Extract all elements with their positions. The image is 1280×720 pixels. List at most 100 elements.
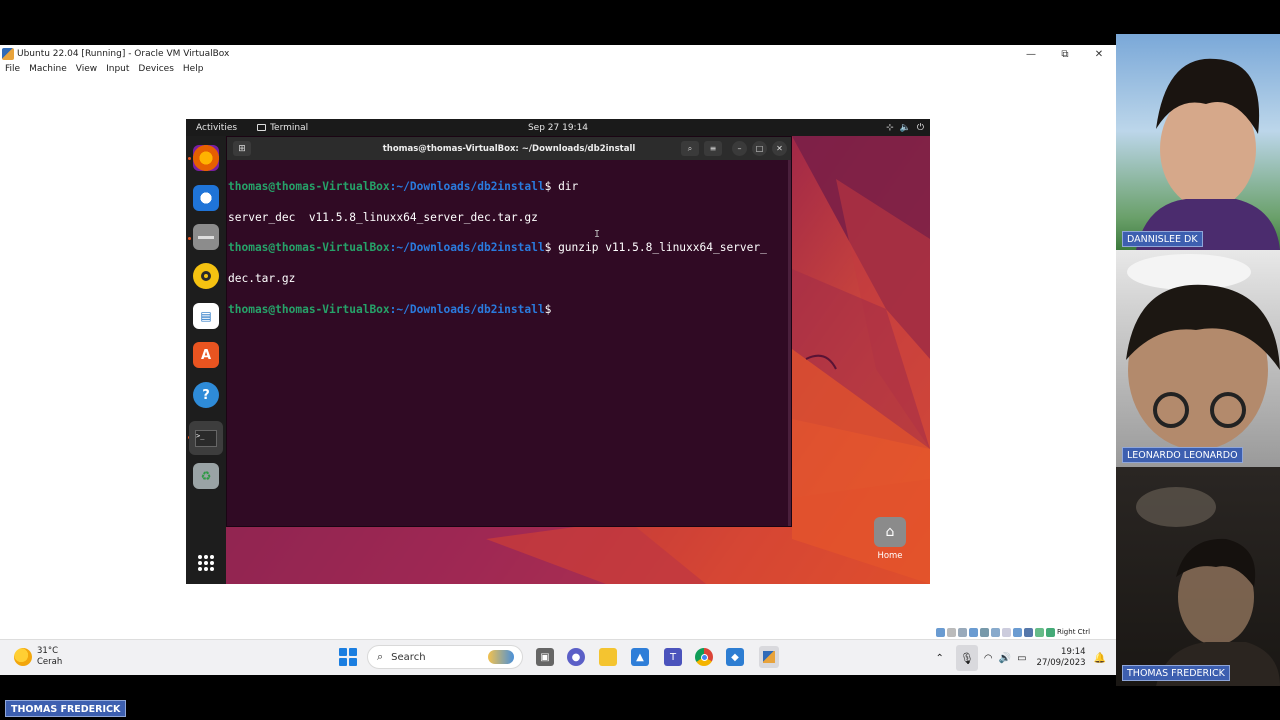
participant-name: LEONARDO LEONARDO (1122, 447, 1243, 463)
vm-display[interactable]: Activities Terminal Sep 27 19:14 ⊹ 🔈 ⏻ ▤… (186, 119, 930, 584)
minimize-icon: – (737, 144, 742, 153)
close-button[interactable]: ✕ (1082, 45, 1116, 63)
host-key-label: Right Ctrl (1057, 628, 1091, 636)
virtualbox-vm-taskbar-icon[interactable] (759, 646, 779, 668)
minimize-button[interactable]: — (1014, 45, 1048, 63)
terminal-headerbar[interactable]: ⊞ thomas@thomas-VirtualBox: ~/Downloads/… (227, 137, 791, 160)
speaker-icon[interactable]: 🔊 (999, 653, 1011, 664)
volume-icon: 🔈 (899, 122, 911, 133)
terminal-small-icon (257, 124, 267, 131)
taskbar-time: 19:14 (1061, 647, 1086, 657)
shared-folder-icon[interactable] (991, 627, 1000, 637)
menu-input[interactable]: Input (106, 64, 129, 78)
power-icon: ⏻ (916, 122, 924, 133)
terminal-line: thomas@thomas-VirtualBox:~/Downloads/db2… (228, 180, 579, 194)
optical-icon[interactable] (947, 627, 956, 637)
video-tile[interactable]: LEONARDO LEONARDO (1116, 250, 1280, 467)
window-title: Ubuntu 22.04 [Running] - Oracle VM Virtu… (17, 49, 230, 59)
display-icon[interactable] (1002, 627, 1011, 637)
audio-icon[interactable] (958, 627, 967, 637)
rhythmbox-icon[interactable] (193, 263, 219, 289)
activities-button[interactable]: Activities (196, 123, 237, 133)
terminal-window[interactable]: ⊞ thomas@thomas-VirtualBox: ~/Downloads/… (226, 136, 792, 527)
menu-help[interactable]: Help (183, 64, 204, 78)
app-menu-terminal[interactable]: Terminal (257, 123, 308, 133)
taskbar-search[interactable]: ⌕ Search (367, 645, 523, 669)
participant-video (1126, 254, 1280, 450)
chevron-up-icon[interactable]: ⌃ (936, 653, 944, 664)
new-tab-icon: ⊞ (238, 143, 246, 154)
notification-bell-icon[interactable]: 🔔 (1094, 653, 1106, 664)
menu-devices[interactable]: Devices (138, 64, 173, 78)
chrome-icon[interactable] (695, 648, 713, 666)
battery-icon[interactable]: ▭ (1017, 653, 1026, 664)
start-button[interactable] (339, 648, 357, 666)
new-tab-button[interactable]: ⊞ (233, 141, 251, 156)
network-icon: ⊹ (886, 122, 894, 133)
microphone-icon[interactable]: 🎙 (955, 645, 978, 671)
participant-video (1136, 487, 1280, 686)
task-view-icon[interactable]: ▣ (536, 648, 554, 666)
taskbar-clock[interactable]: 19:14 27/09/2023 (1037, 647, 1086, 669)
terminal-output[interactable]: thomas@thomas-VirtualBox:~/Downloads/db2… (227, 160, 791, 348)
virtualbox-window: Ubuntu 22.04 [Running] - Oracle VM Virtu… (0, 45, 1116, 639)
virtualbox-manager-icon[interactable]: ◆ (726, 648, 744, 666)
maximize-button[interactable]: ⧉ (1048, 45, 1082, 63)
start-tile (349, 658, 357, 666)
video-tile[interactable]: THOMAS FREDERICK (1116, 467, 1280, 686)
terminal-line: thomas@thomas-VirtualBox:~/Downloads/db2… (228, 241, 767, 255)
hamburger-icon: ≡ (709, 144, 717, 153)
participant-name: THOMAS FREDERICK (1122, 665, 1230, 681)
trash-icon[interactable]: ♻ (193, 463, 219, 489)
gnome-topbar: Activities Terminal Sep 27 19:14 ⊹ 🔈 ⏻ (186, 119, 930, 136)
menu-machine[interactable]: Machine (29, 64, 67, 78)
windows-taskbar: 31°C Cerah ⌕ Search ▣ ● ▲ T ◆ ⌃ 🎙 ◠ 🔊 ▭ (0, 639, 1116, 675)
video-tile[interactable]: DANNISLEE DK (1116, 34, 1280, 250)
usb-icon[interactable] (980, 627, 989, 637)
help-icon[interactable]: ? (193, 382, 219, 408)
system-tray: ⌃ 🎙 ◠ 🔊 ▭ 19:14 27/09/2023 🔔 (936, 640, 1106, 676)
terminal-scrollbar[interactable] (788, 160, 791, 526)
home-folder-icon[interactable]: ⌂ (874, 517, 906, 547)
firefox-icon[interactable] (193, 145, 219, 171)
start-tile (339, 648, 347, 656)
show-apps-icon[interactable] (193, 550, 219, 576)
files-icon[interactable] (193, 224, 219, 250)
home-folder-label[interactable]: Home (870, 551, 910, 561)
mouse-integration-icon[interactable] (1035, 627, 1044, 637)
maximize-icon: □ (755, 144, 764, 153)
menu-view[interactable]: View (76, 64, 97, 78)
presenter-name-tag: THOMAS FREDERICK (5, 700, 127, 717)
network-adapter-icon[interactable] (969, 627, 978, 637)
taskbar-date: 27/09/2023 (1036, 658, 1086, 668)
menu-file[interactable]: File (5, 64, 20, 78)
weather-widget[interactable]: 31°C Cerah (14, 646, 62, 668)
keyboard-icon[interactable] (1046, 627, 1055, 637)
recording-icon[interactable] (1013, 627, 1022, 637)
grid-icon (198, 555, 214, 571)
thunderbird-icon[interactable] (193, 185, 219, 211)
window-titlebar[interactable]: Ubuntu 22.04 [Running] - Oracle VM Virtu… (0, 45, 1116, 63)
terminal-search-button[interactable]: ⌕ (681, 141, 699, 156)
file-explorer-icon[interactable] (599, 648, 617, 666)
terminal-icon[interactable]: >_ (189, 421, 223, 455)
search-highlight-icon (488, 650, 514, 664)
photos-icon[interactable]: ▲ (631, 648, 649, 666)
hdd-icon[interactable] (936, 627, 945, 637)
teams-chat-icon[interactable]: ● (567, 648, 585, 666)
writer-icon[interactable]: ▤ (193, 303, 219, 329)
teams-icon[interactable]: T (664, 648, 682, 666)
ubuntu-dock: ▤ A ? >_ ♻ (186, 136, 226, 584)
terminal-maximize-button[interactable]: □ (752, 141, 767, 156)
terminal-menu-button[interactable]: ≡ (704, 141, 722, 156)
terminal-close-button[interactable]: ✕ (772, 141, 787, 156)
virtualbox-status-bar: Right Ctrl (936, 626, 1090, 638)
system-status-area[interactable]: ⊹ 🔈 ⏻ (886, 119, 924, 136)
search-placeholder: Search (391, 651, 426, 663)
terminal-minimize-button[interactable]: – (732, 141, 747, 156)
wifi-icon[interactable]: ◠ (984, 653, 993, 664)
cpu-icon[interactable] (1024, 627, 1033, 637)
appcenter-icon[interactable]: A (193, 342, 219, 368)
search-icon: ⌕ (687, 143, 693, 153)
terminal-line: thomas@thomas-VirtualBox:~/Downloads/db2… (228, 302, 552, 316)
